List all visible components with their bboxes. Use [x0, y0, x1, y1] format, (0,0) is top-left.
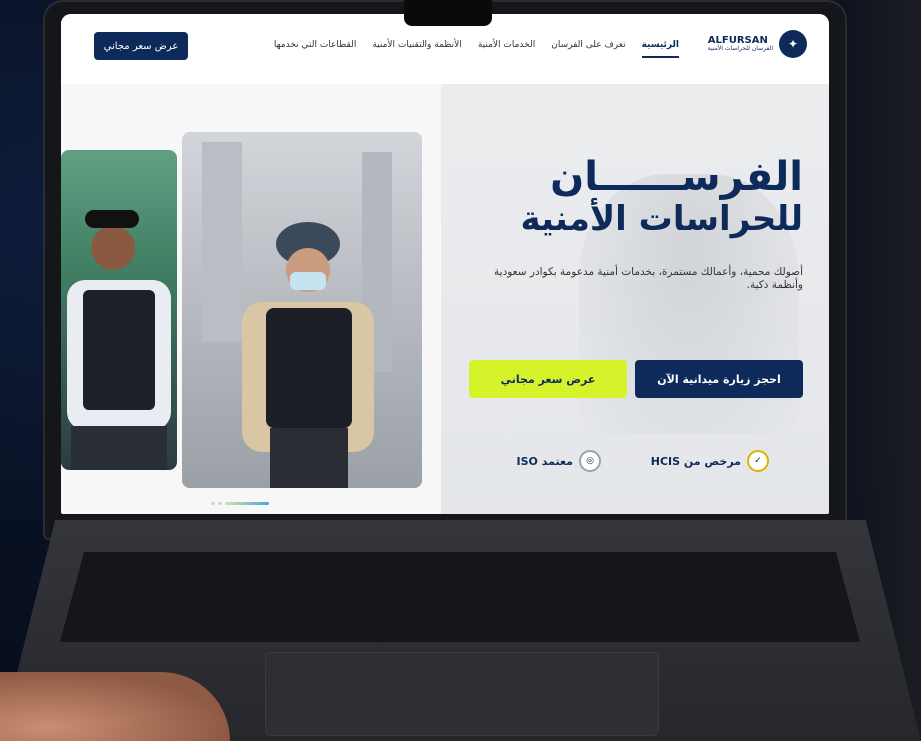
free-quote-button[interactable]: عرض سعر مجاني [469, 360, 627, 398]
iso-badge: ◎ معتمد ISO [517, 450, 601, 472]
nav-quote-button[interactable]: عرض سعر مجاني [94, 32, 188, 60]
laptop-screen: عرض سعر مجاني الرئيسية تعرف على الفرسان … [61, 14, 829, 514]
certificate-icon: ◎ [579, 450, 601, 472]
hcis-badge-label: مرخص من HCIS [650, 454, 741, 468]
logo-text: ALFURSAN الفرسان للحراسات الأمنية [708, 36, 773, 52]
book-visit-button[interactable]: احجز زيارة ميدانية الآن [635, 360, 803, 398]
carousel-dot[interactable] [218, 502, 222, 505]
nav-link-services[interactable]: الخدمات الأمنية [478, 40, 535, 58]
iso-badge-label: معتمد ISO [516, 454, 573, 468]
hcis-badge: ✓ مرخص من HCIS [651, 450, 769, 472]
shield-logo-icon: ✦ [779, 30, 807, 58]
nav-link-sectors[interactable]: القطاعات التي نخدمها [274, 40, 356, 58]
hand [0, 672, 230, 741]
logo[interactable]: ALFURSAN الفرسان للحراسات الأمنية ✦ [708, 30, 807, 58]
carousel-dot[interactable] [211, 502, 215, 505]
guard-figure-main [182, 132, 422, 488]
guard-image-main [182, 132, 422, 488]
nav-link-about[interactable]: تعرف على الفرسان [551, 40, 625, 58]
hero-title-line1: الفرســــــان [550, 154, 803, 200]
logo-sub: الفرسان للحراسات الأمنية [707, 45, 773, 52]
laptop-touchpad [265, 652, 659, 736]
guard-image-secondary [61, 150, 177, 470]
hero-subtitle: أصولك محمية، وأعمالك مستمرة، بخدمات أمني… [494, 266, 803, 292]
carousel-dots [211, 502, 269, 505]
laptop-keyboard [60, 552, 860, 642]
camera-notch [404, 0, 492, 26]
nav-links: الرئيسية تعرف على الفرسان الخدمات الأمني… [274, 40, 679, 58]
nav-link-systems[interactable]: الأنظمة والتقنيات الأمنية [372, 40, 462, 58]
hero-title: الفرســــــان للحراسات الأمنية [443, 154, 803, 239]
guard-figure-secondary [67, 210, 171, 470]
shield-icon: ✓ [747, 450, 769, 472]
carousel-dot-active[interactable] [225, 502, 269, 505]
nav-link-home[interactable]: الرئيسية [641, 40, 679, 58]
hero-title-line2: للحراسات الأمنية [520, 199, 803, 239]
